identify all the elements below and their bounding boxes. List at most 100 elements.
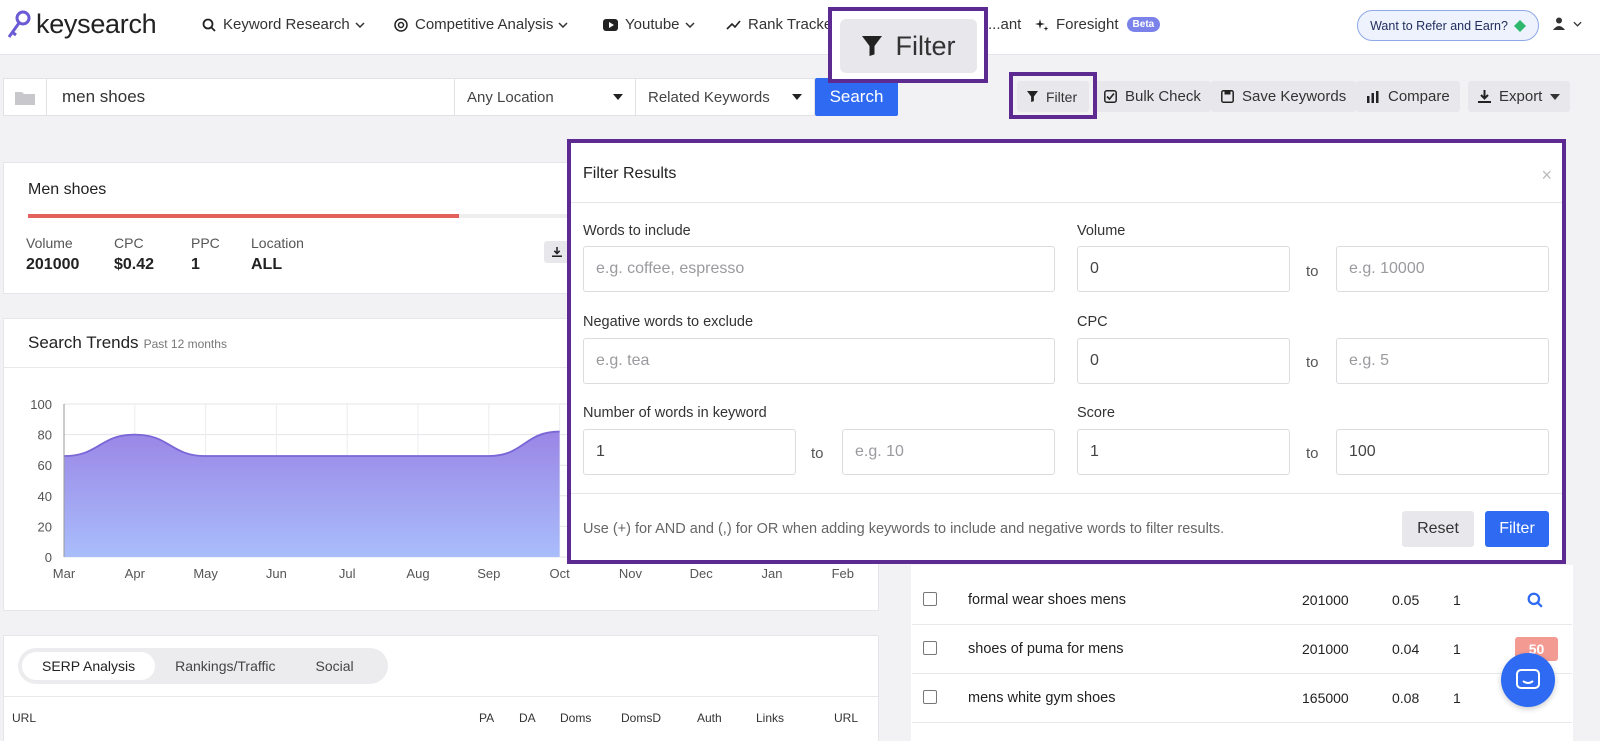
tab-social[interactable]: Social bbox=[296, 652, 374, 680]
volume-max-input[interactable] bbox=[1336, 246, 1549, 292]
table-row[interactable]: mens white gym shoes 165000 0.08 1 bbox=[912, 674, 1572, 723]
close-icon[interactable]: × bbox=[1541, 165, 1552, 186]
words-include-input[interactable] bbox=[583, 246, 1055, 292]
col-auth[interactable]: Auth bbox=[697, 711, 722, 725]
x-tick-label: Nov bbox=[619, 566, 643, 581]
x-tick-label: Feb bbox=[832, 566, 854, 581]
x-tick-label: Jun bbox=[266, 566, 287, 581]
divider bbox=[4, 696, 878, 697]
filter-icon bbox=[861, 36, 882, 56]
location-select[interactable]: Any Location bbox=[455, 78, 636, 116]
x-tick-label: Mar bbox=[53, 566, 76, 581]
key-icon bbox=[7, 10, 31, 38]
nav-assistant[interactable]: ...ant bbox=[988, 16, 1021, 33]
volume-min-input[interactable] bbox=[1077, 246, 1290, 292]
score-max-input[interactable] bbox=[1336, 429, 1549, 475]
row-checkbox[interactable] bbox=[923, 592, 937, 606]
trends-title: Search Trends Past 12 months bbox=[28, 333, 227, 352]
caret-down-icon bbox=[613, 94, 623, 100]
metric-location: Location ALL bbox=[251, 235, 304, 273]
col-domsd[interactable]: DomsD bbox=[621, 711, 661, 725]
export-button[interactable]: Export bbox=[1468, 81, 1571, 112]
filter-highlight bbox=[1009, 72, 1097, 119]
col-pa[interactable]: PA bbox=[479, 711, 494, 725]
filter-modal: Filter Results × Words to include Negati… bbox=[567, 139, 1566, 564]
words-include-label: Words to include bbox=[583, 223, 691, 239]
col-links[interactable]: Links bbox=[756, 711, 784, 725]
chevron-down-icon bbox=[1573, 21, 1582, 27]
difficulty-fill bbox=[28, 214, 460, 218]
y-tick-label: 80 bbox=[38, 428, 52, 443]
chevron-down-icon bbox=[558, 21, 568, 28]
bar-chart-icon bbox=[1367, 90, 1379, 103]
negative-words-input[interactable] bbox=[583, 338, 1055, 384]
filter-hint: Use (+) for AND and (,) for OR when addi… bbox=[583, 521, 1225, 537]
folder-button[interactable] bbox=[3, 78, 47, 116]
search-icon[interactable] bbox=[1527, 592, 1543, 608]
metric-cpc: CPC $0.42 bbox=[114, 235, 155, 273]
row-checkbox[interactable] bbox=[923, 641, 937, 655]
bulk-check-button[interactable]: Bulk Check bbox=[1094, 81, 1211, 112]
chat-icon bbox=[1516, 669, 1540, 689]
logo[interactable]: keysearch bbox=[6, 9, 157, 40]
nav-rank-tracker[interactable]: Rank Tracker bbox=[726, 16, 837, 33]
modal-footer: Use (+) for AND and (,) for OR when addi… bbox=[571, 493, 1562, 564]
difficulty-bar bbox=[28, 214, 588, 218]
apply-filter-button[interactable]: Filter bbox=[1485, 511, 1549, 547]
tab-serp-analysis[interactable]: SERP Analysis bbox=[22, 652, 156, 680]
score-min-input[interactable] bbox=[1077, 429, 1290, 475]
row-checkbox[interactable] bbox=[923, 690, 937, 704]
cpc-min-input[interactable] bbox=[1077, 338, 1290, 384]
y-tick-label: 40 bbox=[38, 489, 52, 504]
serp-card: SERP Analysis Rankings/Traffic Social UR… bbox=[3, 635, 879, 741]
sparkle-icon bbox=[1035, 18, 1049, 31]
tab-rankings-traffic[interactable]: Rankings/Traffic bbox=[155, 652, 295, 680]
x-tick-label: Apr bbox=[125, 566, 146, 581]
negative-words-label: Negative words to exclude bbox=[583, 314, 754, 330]
x-tick-label: Jan bbox=[762, 566, 783, 581]
nav-youtube[interactable]: Youtube bbox=[603, 16, 702, 33]
nav-foresight[interactable]: Foresight Beta bbox=[1035, 16, 1161, 33]
search-button[interactable]: Search bbox=[815, 78, 898, 116]
checkbox-icon bbox=[1104, 90, 1117, 103]
chat-launcher[interactable] bbox=[1501, 653, 1555, 707]
metric-volume: Volume 201000 bbox=[26, 235, 80, 273]
search-bar: Any Location Related Keywords Search bbox=[3, 78, 898, 116]
cpc-max-input[interactable] bbox=[1336, 338, 1549, 384]
money-icon bbox=[1513, 19, 1526, 32]
user-menu[interactable] bbox=[1553, 17, 1582, 30]
mode-select[interactable]: Related Keywords bbox=[636, 78, 815, 116]
user-icon bbox=[1553, 17, 1565, 30]
compare-button[interactable]: Compare bbox=[1356, 81, 1460, 112]
trend-area bbox=[64, 431, 560, 557]
col-doms[interactable]: Doms bbox=[560, 711, 591, 725]
col-url-2[interactable]: URL bbox=[834, 711, 858, 725]
filter-callout: Filter bbox=[828, 7, 988, 83]
x-tick-label: Sep bbox=[477, 566, 500, 581]
volume-label: Volume bbox=[1077, 223, 1126, 239]
reset-button[interactable]: Reset bbox=[1402, 511, 1474, 547]
num-words-max-input[interactable] bbox=[842, 429, 1055, 475]
download-icon bbox=[1478, 90, 1491, 103]
y-tick-label: 0 bbox=[45, 550, 52, 565]
table-row[interactable]: formal wear shoes mens 201000 0.05 1 bbox=[912, 576, 1572, 625]
y-tick-label: 20 bbox=[38, 519, 52, 534]
col-da[interactable]: DA bbox=[519, 711, 536, 725]
save-keywords-button[interactable]: Save Keywords bbox=[1211, 81, 1357, 112]
cpc-label: CPC bbox=[1077, 314, 1108, 330]
trend-up-icon bbox=[726, 19, 741, 30]
col-url[interactable]: URL bbox=[12, 711, 36, 725]
nav-keyword-research[interactable]: Keyword Research bbox=[202, 16, 372, 33]
target-icon bbox=[394, 17, 408, 32]
y-tick-label: 60 bbox=[38, 458, 52, 473]
num-words-min-input[interactable] bbox=[583, 429, 796, 475]
nav-competitive-analysis[interactable]: Competitive Analysis bbox=[394, 16, 575, 33]
refer-earn-button[interactable]: Want to Refer and Earn? bbox=[1357, 10, 1539, 41]
num-words-label: Number of words in keyword bbox=[583, 405, 767, 421]
score-label: Score bbox=[1077, 405, 1115, 421]
keyword-input[interactable] bbox=[47, 78, 455, 116]
x-tick-label: Oct bbox=[549, 566, 570, 581]
top-nav: keysearch Keyword Research Competitive A… bbox=[0, 0, 1600, 55]
table-row[interactable]: shoes of puma for mens 201000 0.04 1 50 bbox=[912, 625, 1572, 674]
y-tick-label: 100 bbox=[30, 397, 52, 412]
